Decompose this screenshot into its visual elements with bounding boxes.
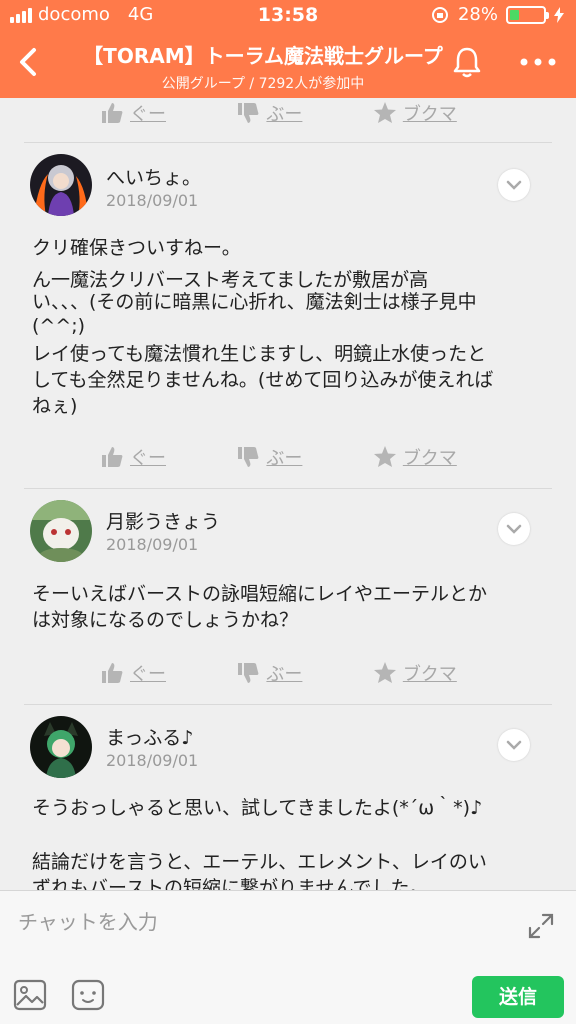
chevron-down-icon bbox=[506, 740, 522, 750]
rotation-lock-icon bbox=[431, 6, 448, 23]
status-bar: docomo 4G 13:58 28% bbox=[0, 0, 576, 30]
avatar[interactable] bbox=[30, 716, 92, 778]
post-body-line: 結論だけを言うと、エーテル、エレメント、レイのい bbox=[32, 851, 487, 873]
good-button[interactable]: ぐー bbox=[100, 98, 236, 128]
bookmark-label: ブクマ bbox=[402, 664, 457, 685]
group-title-block[interactable]: 【TORAM】トーラム魔法戦士グループ 公開グループ / 7292人が参加中 bbox=[60, 40, 466, 93]
chevron-left-icon[interactable] bbox=[10, 40, 50, 84]
author-name[interactable]: へいちょ。 bbox=[106, 163, 201, 190]
post-date: 2018/09/01 bbox=[106, 191, 199, 210]
bad-button[interactable]: ぶー bbox=[236, 442, 372, 472]
bad-button[interactable]: ぶー bbox=[236, 658, 372, 688]
post-body-line: そうおっしゃると思い、試してきましたよ(*´ω｀*)♪ bbox=[32, 797, 483, 819]
post-date: 2018/09/01 bbox=[106, 535, 199, 554]
star-icon bbox=[373, 446, 396, 467]
avatar-image bbox=[30, 716, 92, 778]
image-icon[interactable] bbox=[12, 977, 48, 1013]
avatar-image bbox=[30, 154, 92, 216]
expand-icon[interactable] bbox=[526, 911, 556, 941]
post-body-line: ねぇ) bbox=[32, 395, 78, 417]
good-label: ぐー bbox=[130, 448, 166, 469]
thumbs-down-icon bbox=[238, 103, 259, 123]
thumbs-up-icon bbox=[102, 103, 123, 123]
bad-label: ぶー bbox=[266, 664, 303, 685]
avatar[interactable] bbox=[30, 500, 92, 562]
post-body-line: い、、、(その前に暗黒に心折れ、魔法剣士は様子見中 bbox=[32, 291, 477, 313]
bad-label: ぶー bbox=[266, 448, 303, 469]
bookmark-button[interactable]: ブクマ bbox=[373, 442, 480, 472]
good-button[interactable]: ぐー bbox=[100, 442, 236, 472]
sticker-icon[interactable] bbox=[70, 977, 106, 1013]
battery-percent: 28% bbox=[457, 4, 498, 25]
bookmark-button[interactable]: ブクマ bbox=[373, 658, 480, 688]
battery-fill bbox=[510, 9, 519, 20]
post-divider bbox=[24, 488, 552, 489]
reaction-row: ぐー ぶー ブクマ bbox=[100, 658, 480, 688]
post-divider bbox=[24, 142, 552, 143]
post-body-line: は対象になるのでしょうかね？ bbox=[32, 609, 299, 631]
author-name[interactable]: 月影うきょう bbox=[106, 507, 220, 534]
post-body-line: クリ確保きついすねー。 bbox=[32, 237, 241, 259]
good-label: ぐー bbox=[130, 104, 166, 125]
charging-bolt-icon bbox=[554, 6, 564, 23]
good-label: ぐー bbox=[130, 664, 166, 685]
battery-icon bbox=[506, 5, 549, 24]
group-subtitle: 公開グループ / 7292人が参加中 bbox=[161, 76, 365, 92]
post-body-line: ずれもバーストの短縮に繋がりませんでした。 bbox=[32, 877, 429, 890]
author-name[interactable]: まっふる♪ bbox=[106, 723, 193, 750]
bookmark-label: ブクマ bbox=[402, 104, 457, 125]
chevron-down-icon bbox=[506, 180, 522, 190]
post-feed[interactable]: ぐー ぶー ブクマ へいちょ。 2018/09/01 クリ確保きついすねー。 ん… bbox=[0, 98, 576, 890]
chevron-down-icon bbox=[506, 524, 522, 534]
thumbs-down-icon bbox=[238, 447, 259, 467]
post-body-line: しても全然足りませんね。(せめて回り込みが使えれば bbox=[32, 369, 494, 391]
post-body-line: そーいえばバーストの詠唱短縮にレイやエーテルとか bbox=[32, 583, 488, 605]
post-date: 2018/09/01 bbox=[106, 751, 199, 770]
bookmark-label: ブクマ bbox=[402, 448, 457, 469]
post-menu-button[interactable] bbox=[498, 513, 530, 545]
app-header: docomo 4G 13:58 28% 【TORAM】トーラム魔法戦士グループ … bbox=[0, 0, 576, 98]
thumbs-up-icon bbox=[102, 663, 123, 683]
navigation-bar: 【TORAM】トーラム魔法戦士グループ 公開グループ / 7292人が参加中 bbox=[0, 30, 576, 98]
bell-icon[interactable] bbox=[450, 44, 484, 80]
post-divider bbox=[24, 704, 552, 705]
bookmark-button[interactable]: ブクマ bbox=[373, 98, 480, 128]
star-icon bbox=[373, 102, 396, 123]
thumbs-up-icon bbox=[102, 447, 123, 467]
reaction-row: ぐー ぶー ブクマ bbox=[100, 98, 480, 128]
group-title: 【TORAM】トーラム魔法戦士グループ bbox=[83, 44, 443, 68]
good-button[interactable]: ぐー bbox=[100, 658, 236, 688]
send-button[interactable]: 送信 bbox=[472, 976, 564, 1018]
more-dots-icon[interactable] bbox=[518, 52, 558, 72]
reaction-row: ぐー ぶー ブクマ bbox=[100, 442, 480, 472]
bad-label: ぶー bbox=[266, 104, 303, 125]
post-body-line: (^^;) bbox=[32, 315, 86, 337]
post-menu-button[interactable] bbox=[498, 729, 530, 761]
chat-input[interactable] bbox=[18, 905, 498, 939]
thumbs-down-icon bbox=[238, 663, 259, 683]
avatar-image bbox=[30, 500, 92, 562]
star-icon bbox=[373, 662, 396, 683]
post-menu-button[interactable] bbox=[498, 169, 530, 201]
avatar[interactable] bbox=[30, 154, 92, 216]
bad-button[interactable]: ぶー bbox=[236, 98, 372, 128]
status-right: 28% bbox=[430, 4, 564, 25]
post-body-line: レイ使っても魔法慣れ生じますし、明鏡止水使ったと bbox=[32, 343, 487, 365]
